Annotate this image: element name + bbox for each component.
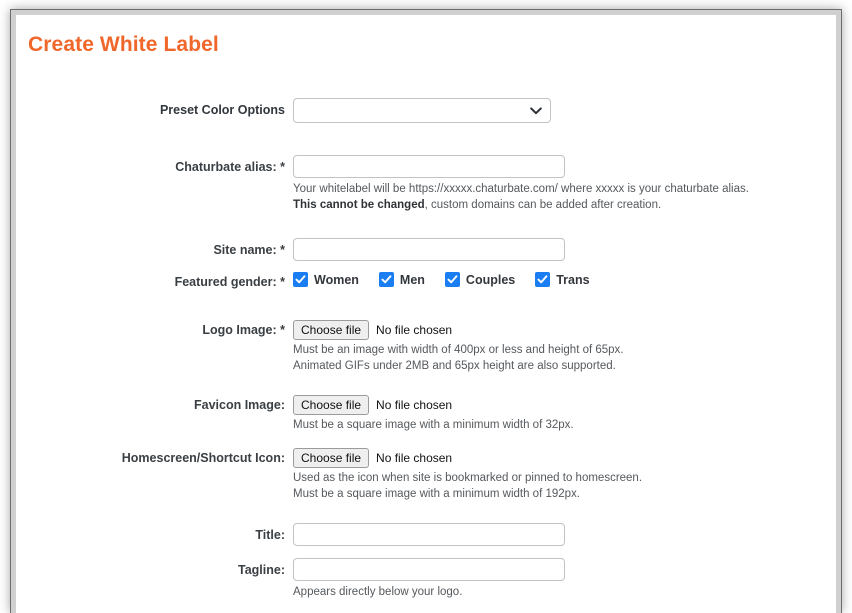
logo-image-help-line-1: Must be an image with width of 400px or … xyxy=(293,344,624,356)
logo-image-file-input[interactable]: Choose file No file chosen xyxy=(293,320,624,340)
file-status-text: No file chosen xyxy=(376,323,453,337)
preset-color-select[interactable] xyxy=(293,98,551,123)
checkbox-checked-icon[interactable] xyxy=(444,272,460,287)
homescreen-icon-label: Homescreen/Shortcut Icon: xyxy=(121,451,285,465)
checkbox-item-men[interactable]: Men xyxy=(378,272,425,287)
chaturbate-alias-input[interactable] xyxy=(293,155,565,178)
tagline-input[interactable] xyxy=(293,558,565,581)
logo-image-field: Choose file No file chosen Must be an im… xyxy=(293,320,624,374)
checkbox-label: Trans xyxy=(556,272,590,287)
checkbox-item-women[interactable]: Women xyxy=(293,272,359,287)
chaturbate-alias-help-line-2: This cannot be changed, custom domains c… xyxy=(293,198,749,214)
preset-color-label: Preset Color Options xyxy=(159,103,285,117)
checkbox-checked-icon[interactable] xyxy=(293,272,308,287)
homescreen-icon-field: Choose file No file chosen Used as the i… xyxy=(293,448,642,502)
chaturbate-alias-help-line-1: Your whitelabel will be https://xxxxx.ch… xyxy=(293,183,749,195)
homescreen-icon-help-line-2: Must be a square image with a minimum wi… xyxy=(293,487,580,500)
logo-image-help-line-2: Animated GIFs under 2MB and 65px height … xyxy=(293,359,616,372)
file-status-text: No file chosen xyxy=(376,451,453,465)
logo-image-label: Logo Image: * xyxy=(202,323,285,337)
tagline-help-line-1: Appears directly below your logo. xyxy=(293,586,463,598)
site-name-field xyxy=(293,238,565,261)
site-name-input[interactable] xyxy=(293,238,565,261)
checkbox-label: Women xyxy=(314,272,359,287)
homescreen-icon-help-line-1: Used as the icon when site is bookmarked… xyxy=(293,472,643,484)
title-input[interactable] xyxy=(293,523,565,546)
title-field xyxy=(293,523,565,546)
checkbox-label: Couples xyxy=(465,272,516,287)
chaturbate-alias-help-bold: This cannot be changed xyxy=(293,198,425,211)
favicon-image-field: Choose file No file chosen Must be a squ… xyxy=(293,395,574,434)
checkbox-label: Men xyxy=(399,272,425,287)
chaturbate-alias-label: Chaturbate alias: * xyxy=(175,160,285,174)
homescreen-icon-file-input[interactable]: Choose file No file chosen xyxy=(293,448,642,468)
checkbox-checked-icon[interactable] xyxy=(535,272,551,287)
preset-color-field xyxy=(293,98,551,123)
title-label: Title: xyxy=(255,528,285,542)
favicon-image-file-input[interactable]: Choose file No file chosen xyxy=(293,395,574,415)
page-title: Create White Label xyxy=(28,33,219,56)
choose-file-button[interactable]: Choose file xyxy=(293,448,370,468)
favicon-image-label: Favicon Image: xyxy=(194,398,285,412)
choose-file-button[interactable]: Choose file xyxy=(293,320,370,340)
chaturbate-alias-field: Your whitelabel will be https://xxxxx.ch… xyxy=(293,155,749,213)
screenshot-frame: Create White Label Preset Color Options … xyxy=(0,0,852,613)
choose-file-button[interactable]: Choose file xyxy=(293,395,370,415)
featured-gender-field: Women Men Couples Trans xyxy=(293,272,610,287)
checkbox-checked-icon[interactable] xyxy=(378,272,394,287)
create-white-label-card: Create White Label Preset Color Options … xyxy=(16,15,836,613)
featured-gender-checkbox-group: Women Men Couples Trans xyxy=(293,272,610,287)
site-name-label: Site name: * xyxy=(213,243,285,257)
preset-color-select-wrap xyxy=(293,98,551,123)
file-status-text: No file chosen xyxy=(376,398,453,412)
checkbox-item-couples[interactable]: Couples xyxy=(444,272,516,287)
chaturbate-alias-help-rest: , custom domains can be added after crea… xyxy=(424,198,662,211)
favicon-image-help-line-1: Must be a square image with a minimum wi… xyxy=(293,419,574,431)
tagline-field: Appears directly below your logo. xyxy=(293,558,565,601)
checkbox-item-trans[interactable]: Trans xyxy=(535,272,590,287)
tagline-label: Tagline: xyxy=(238,563,285,577)
featured-gender-label: Featured gender: * xyxy=(174,275,285,289)
